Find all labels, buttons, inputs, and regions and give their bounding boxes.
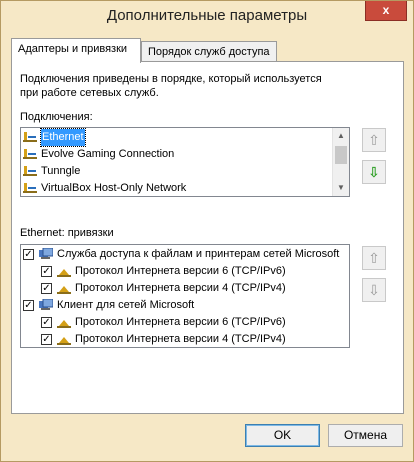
arrow-up-icon: ⇧ [368, 250, 380, 266]
binding-label: Протокол Интернета версии 4 (TCP/IPv4) [75, 282, 286, 294]
scroll-thumb[interactable] [335, 146, 347, 164]
protocol-icon [57, 269, 71, 277]
ok-button[interactable]: OK [245, 424, 320, 447]
binding-label: Служба доступа к файлам и принтерам сете… [57, 248, 340, 260]
description-line-1: Подключения приведены в порядке, который… [20, 73, 322, 85]
service-icon [39, 299, 53, 310]
window-title: Дополнительные параметры [106, 7, 308, 24]
bindings-label: Ethernet: привязки [20, 227, 114, 239]
binding-checkbox[interactable]: ✓ [23, 300, 34, 311]
connections-list[interactable]: Ethernet Evolve Gaming Connection Tunngl… [20, 127, 350, 197]
binding-move-up-button[interactable]: ⇧ [362, 246, 386, 270]
protocol-icon [57, 320, 71, 328]
connection-label: Evolve Gaming Connection [41, 148, 175, 160]
network-adapter-icon [23, 132, 37, 142]
move-up-button[interactable]: ⇧ [362, 128, 386, 152]
close-button[interactable]: x [365, 1, 407, 21]
network-adapter-icon [23, 149, 37, 159]
binding-move-down-button[interactable]: ⇩ [362, 278, 386, 302]
protocol-icon [57, 286, 71, 294]
binding-checkbox[interactable]: ✓ [41, 334, 52, 345]
title-bar[interactable]: Дополнительные параметры x [1, 1, 413, 31]
network-adapter-icon [23, 183, 37, 193]
bindings-tree[interactable]: ✓ Служба доступа к файлам и принтерам се… [20, 244, 350, 348]
connection-label-ethernet: Ethernet [40, 128, 86, 147]
cancel-button[interactable]: Отмена [328, 424, 403, 447]
connections-scrollbar[interactable]: ▲ ▼ [332, 128, 349, 196]
move-down-button[interactable]: ⇩ [362, 160, 386, 184]
binding-label: Протокол Интернета версии 6 (TCP/IPv6) [75, 265, 286, 277]
arrow-down-icon: ⇩ [368, 164, 380, 180]
connection-label: VirtualBox Host-Only Network [41, 182, 187, 194]
binding-checkbox[interactable]: ✓ [41, 266, 52, 277]
scroll-down-icon[interactable]: ▼ [333, 180, 349, 196]
dialog-window: Дополнительные параметры x Адаптеры и пр… [0, 0, 414, 462]
arrow-up-icon: ⇧ [368, 132, 380, 148]
tab-panel: Подключения приведены в порядке, который… [11, 61, 404, 414]
binding-checkbox[interactable]: ✓ [41, 283, 52, 294]
binding-checkbox[interactable]: ✓ [41, 317, 52, 328]
protocol-icon [57, 337, 71, 345]
tab-provider-order[interactable]: Порядок служб доступа [141, 41, 277, 63]
description-line-2: при работе сетевых служб. [20, 87, 159, 99]
binding-label: Протокол Интернета версии 6 (TCP/IPv6) [75, 316, 286, 328]
binding-label: Протокол Интернета версии 4 (TCP/IPv4) [75, 333, 286, 345]
binding-checkbox[interactable]: ✓ [23, 249, 34, 260]
connections-label: Подключения: [20, 111, 93, 123]
arrow-down-icon: ⇩ [368, 282, 380, 298]
network-adapter-icon [23, 166, 37, 176]
binding-label: Клиент для сетей Microsoft [57, 299, 195, 311]
tab-adapters-bindings[interactable]: Адаптеры и привязки [11, 38, 141, 63]
scroll-up-icon[interactable]: ▲ [333, 128, 349, 144]
connection-label: Tunngle [41, 165, 81, 177]
service-icon [39, 248, 53, 259]
